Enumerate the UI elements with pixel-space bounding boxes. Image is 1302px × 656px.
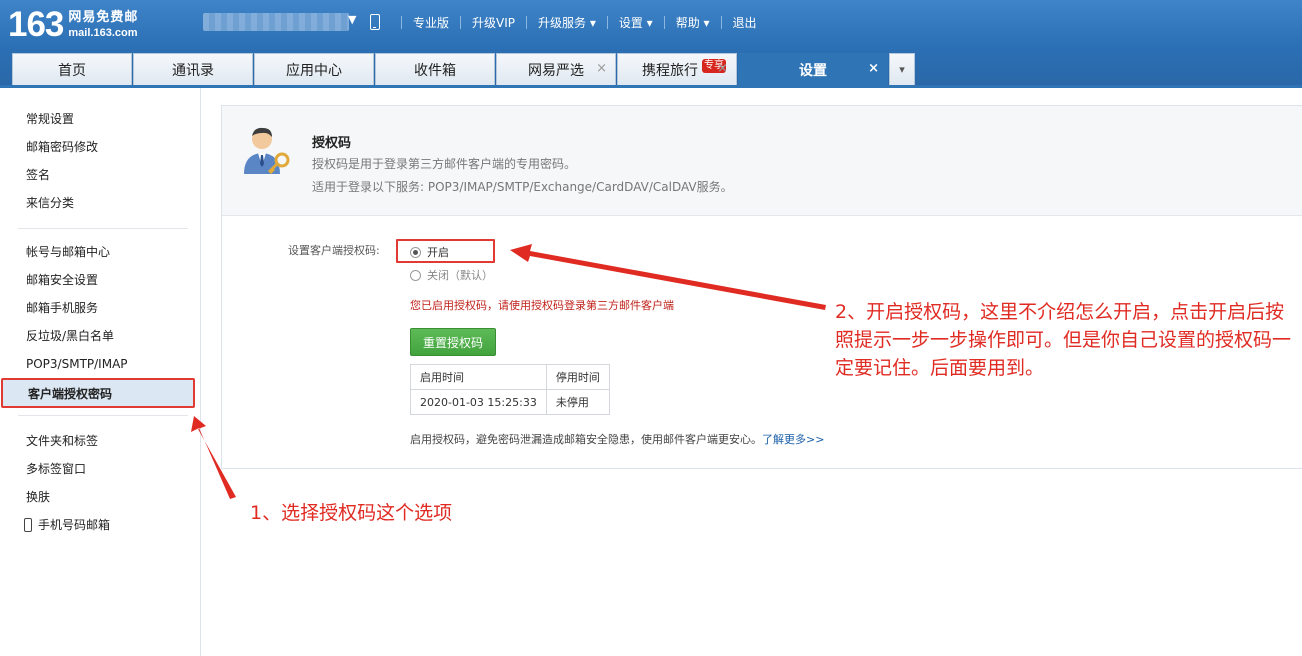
sidebar-item-general[interactable]: 常规设置 xyxy=(26,105,98,133)
sidebar-item-multi-tab[interactable]: 多标签窗口 xyxy=(26,455,110,483)
sidebar-item-security[interactable]: 邮箱安全设置 xyxy=(26,266,128,294)
radio-disable[interactable]: 关闭（默认） xyxy=(410,267,493,283)
nav-divider xyxy=(663,15,665,29)
enabled-notice: 您已启用授权码，请使用授权码登录第三方邮件客户端 xyxy=(410,299,674,312)
sidebar-item-account-center[interactable]: 帐号与邮箱中心 xyxy=(26,238,128,266)
reset-auth-code-button[interactable]: 重置授权码 xyxy=(410,328,496,356)
tab-label: 首页 xyxy=(58,62,86,79)
sidebar-item-signature[interactable]: 签名 xyxy=(26,161,98,189)
radio-disable-label: 关闭（默认） xyxy=(427,269,493,282)
auth-code-table: 启用时间 停用时间 2020-01-03 15:25:33 未停用 xyxy=(410,364,610,415)
logo-domain: mail.163.com xyxy=(68,27,138,39)
logo-number: 163 xyxy=(8,5,64,44)
tab-label: 网易严选 xyxy=(528,62,584,79)
nav-divider xyxy=(606,15,608,29)
sidebar-item-label: 手机号码邮箱 xyxy=(38,518,111,532)
nav-divider xyxy=(401,15,402,29)
sidebar-item-filters[interactable]: 来信分类 xyxy=(26,189,98,217)
sidebar-item-mobile-service[interactable]: 邮箱手机服务 xyxy=(26,294,128,322)
tab-yanxuan[interactable]: 网易严选 × xyxy=(496,53,616,85)
tab-inbox[interactable]: 收件箱 xyxy=(375,53,495,85)
sidebar-divider xyxy=(18,228,188,229)
annotation-step1: 1、选择授权码这个选项 xyxy=(250,502,453,524)
sidebar-divider xyxy=(18,415,188,416)
close-icon[interactable]: × xyxy=(717,62,728,76)
nav-logout[interactable]: 退出 xyxy=(733,14,757,31)
sidebar-item-folders-tags[interactable]: 文件夹和标签 xyxy=(26,427,110,455)
panel-description: 授权码是用于登录第三方邮件客户端的专用密码。 xyxy=(312,157,577,171)
nav-vip[interactable]: 升级VIP xyxy=(472,14,515,31)
footer-text: 启用授权码，避免密码泄漏造成邮箱安全隐患，使用邮件客户端更安心。 xyxy=(410,433,762,446)
auth-code-panel: 授权码 授权码是用于登录第三方邮件客户端的专用密码。 适用于登录以下服务: PO… xyxy=(221,105,1302,469)
footer-note: 启用授权码，避免密码泄漏造成邮箱安全隐患，使用邮件客户端更安心。了解更多>> xyxy=(410,431,824,447)
nav-divider xyxy=(526,15,528,29)
panel-header: 授权码 授权码是用于登录第三方邮件客户端的专用密码。 适用于登录以下服务: PO… xyxy=(222,106,1302,216)
settings-sidebar: 常规设置 邮箱密码修改 签名 来信分类 帐号与邮箱中心 邮箱安全设置 邮箱手机服… xyxy=(0,88,201,656)
tab-bar: 首页 通讯录 应用中心 收件箱 网易严选 × 携程旅行 专享 × 设置 × ▾ xyxy=(12,53,915,85)
app: 163 网易免费邮 mail.163.com ▼ 专业版 升级VIP 升级服务 … xyxy=(0,0,1302,656)
table-header: 停用时间 xyxy=(545,364,610,390)
nav-settings[interactable]: 设置 ▾ xyxy=(619,14,653,31)
sidebar-group-account: 帐号与邮箱中心 邮箱安全设置 邮箱手机服务 反垃圾/黑白名单 POP3/SMTP… xyxy=(0,238,128,378)
tab-contacts[interactable]: 通讯录 xyxy=(133,53,253,85)
sidebar-item-password[interactable]: 邮箱密码修改 xyxy=(26,133,98,161)
top-nav: 专业版 升级VIP 升级服务 ▾ 设置 ▾ 帮助 ▾ 退出 xyxy=(390,12,757,32)
sidebar-item-skin[interactable]: 换肤 xyxy=(26,483,110,511)
tab-label: 通讯录 xyxy=(172,62,214,79)
auth-code-label: 设置客户端授权码: xyxy=(288,244,380,257)
learn-more-link[interactable]: 了解更多>> xyxy=(762,433,824,446)
tab-label: 设置 xyxy=(799,62,827,79)
nav-divider xyxy=(720,15,722,29)
sidebar-item-pop3[interactable]: POP3/SMTP/IMAP xyxy=(26,350,128,378)
logo-cn: 网易免费邮 xyxy=(68,10,139,25)
tab-label: 应用中心 xyxy=(286,62,342,79)
table-header: 启用时间 xyxy=(410,364,547,390)
annotation-step2: 2、开启授权码，这里不介绍怎么开启，点击开启后按照提示一步一步操作即可。但是你自… xyxy=(835,301,1292,379)
tab-app-center[interactable]: 应用中心 xyxy=(254,53,374,85)
mobile-phone-icon xyxy=(24,518,32,532)
table-row: 2020-01-03 15:25:33 未停用 xyxy=(410,389,610,415)
panel-services: 适用于登录以下服务: POP3/IMAP/SMTP/Exchange/CardD… xyxy=(312,180,733,194)
logo[interactable]: 163 网易免费邮 mail.163.com xyxy=(8,6,138,44)
sidebar-item-phone-mailbox[interactable]: 手机号码邮箱 xyxy=(24,511,110,539)
sidebar-item-client-auth-code[interactable]: 客户端授权密码 xyxy=(1,378,195,408)
header: 163 网易免费邮 mail.163.com ▼ 专业版 升级VIP 升级服务 … xyxy=(0,0,1302,86)
panel-title: 授权码 xyxy=(312,136,352,151)
tab-home[interactable]: 首页 xyxy=(12,53,132,85)
mobile-phone-icon[interactable] xyxy=(370,14,380,30)
sidebar-group-general: 常规设置 邮箱密码修改 签名 来信分类 xyxy=(0,105,98,217)
account-name-blurred[interactable] xyxy=(203,13,349,31)
nav-help[interactable]: 帮助 ▾ xyxy=(676,14,710,31)
radio-unchecked-icon[interactable] xyxy=(410,269,421,281)
chevron-down-icon[interactable]: ▼ xyxy=(348,13,356,26)
nav-upgrade-service[interactable]: 升级服务 ▾ xyxy=(538,14,596,31)
table-cell: 2020-01-03 15:25:33 xyxy=(410,389,547,415)
nav-divider xyxy=(460,15,462,29)
tab-more-chevron-icon[interactable]: ▾ xyxy=(889,53,915,85)
close-icon[interactable]: × xyxy=(596,62,607,76)
tab-label: 收件箱 xyxy=(414,62,456,79)
user-key-icon xyxy=(244,127,290,175)
table-header-row: 启用时间 停用时间 xyxy=(410,364,610,390)
annotation-highlight-enable xyxy=(396,239,495,263)
table-cell: 未停用 xyxy=(545,389,610,415)
tab-label: 携程旅行 xyxy=(642,62,698,79)
logo-text: 网易免费邮 mail.163.com xyxy=(68,10,138,40)
tab-ctrip[interactable]: 携程旅行 专享 × xyxy=(617,53,737,85)
nav-pro[interactable]: 专业版 xyxy=(413,14,449,31)
sidebar-item-spam[interactable]: 反垃圾/黑白名单 xyxy=(26,322,128,350)
sidebar-group-misc: 文件夹和标签 多标签窗口 换肤 手机号码邮箱 xyxy=(0,427,110,539)
close-icon[interactable]: × xyxy=(868,62,879,76)
tab-settings[interactable]: 设置 × xyxy=(738,53,888,85)
